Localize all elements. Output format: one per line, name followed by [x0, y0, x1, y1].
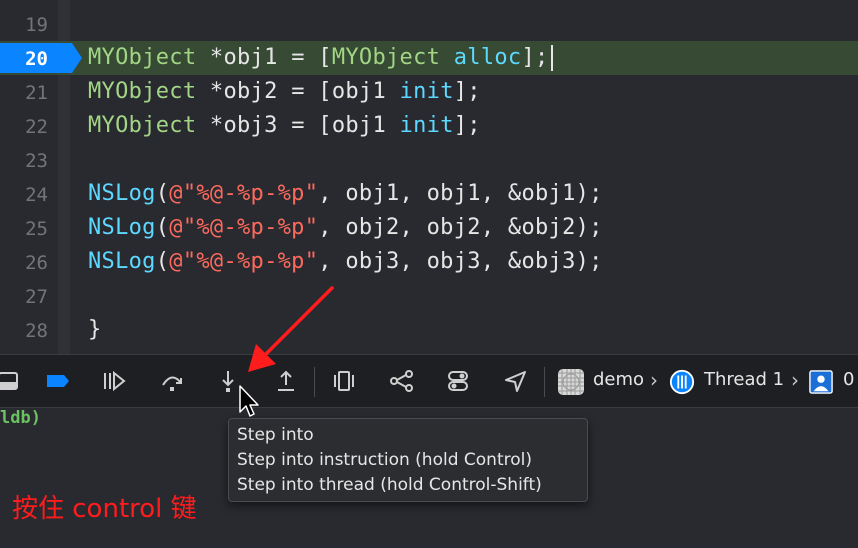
code-line[interactable]: 26 NSLog(@"%@-%p-%p", obj3, obj3, &obj3);: [0, 245, 858, 279]
code-token: *obj2 = [obj1: [196, 79, 400, 104]
debug-memory-graph-button[interactable]: [386, 365, 418, 397]
line-number: 20: [25, 48, 48, 70]
code-line[interactable]: 25 NSLog(@"%@-%p-%p", obj2, obj2, &obj2);: [0, 211, 858, 245]
simulate-location-button[interactable]: [500, 365, 532, 397]
code-text: MYObject *obj3 = [obj1 init];: [88, 113, 481, 138]
simulate-location-icon: [505, 371, 526, 392]
lldb-prompt: ldb): [0, 408, 41, 428]
code-token: (: [155, 181, 170, 206]
code-line-current[interactable]: 20 MYObject *obj1 = [MYObject alloc];: [0, 41, 858, 75]
line-number: 26: [25, 252, 48, 274]
code-token: ];: [521, 45, 549, 70]
debug-memory-graph-icon: [390, 370, 413, 392]
annotation-text: 按住 control 键: [12, 494, 197, 524]
code-token: @"%@-%p-%p": [169, 215, 319, 240]
code-token: init: [399, 113, 454, 138]
annotation-arrow-icon: [248, 286, 334, 372]
code-token: *obj1 = [: [196, 45, 332, 70]
tooltip-line: Step into instruction (hold Control): [237, 450, 532, 470]
continue-icon: [104, 370, 126, 392]
code-text: MYObject *obj2 = [obj1 init];: [88, 79, 481, 104]
line-number: 19: [25, 14, 48, 36]
tooltip-line: Step into: [237, 425, 314, 445]
line-number: 22: [25, 116, 48, 138]
code-token: NSLog: [88, 181, 156, 206]
code-token: , obj2, obj2, &obj2);: [318, 215, 603, 240]
line-number: 24: [25, 184, 48, 206]
hide-debug-area-button[interactable]: [0, 365, 24, 397]
continue-button[interactable]: [98, 365, 130, 397]
line-number: 27: [25, 286, 48, 308]
code-token: , obj1, obj1, &obj1);: [318, 181, 603, 206]
thread-icon: [669, 369, 695, 395]
code-token: *obj3 = [obj1: [196, 113, 400, 138]
code-text: }: [88, 317, 102, 342]
code-text: NSLog(@"%@-%p-%p", obj2, obj2, &obj2);: [88, 215, 603, 240]
mouse-pointer-icon: [239, 385, 259, 417]
code-line[interactable]: 19: [0, 7, 858, 41]
app-target-button[interactable]: [556, 367, 586, 397]
code-line[interactable]: 21 MYObject *obj2 = [obj1 init];: [0, 75, 858, 109]
line-number: 21: [25, 82, 48, 104]
code-token: NSLog: [88, 249, 156, 274]
code-token: init: [399, 79, 454, 104]
environment-overrides-button[interactable]: [442, 365, 474, 397]
code-line[interactable]: 23: [0, 143, 858, 177]
code-token: MYObject: [331, 45, 441, 70]
breadcrumb-chevron-icon: ›: [791, 368, 799, 392]
code-token: NSLog: [88, 215, 156, 240]
line-number: 23: [25, 150, 48, 172]
hide-debug-area-icon: [0, 372, 18, 390]
code-line[interactable]: 22 MYObject *obj3 = [obj1 init];: [0, 109, 858, 143]
app-icon: [558, 369, 584, 395]
code-token: @"%@-%p-%p": [169, 249, 319, 274]
code-token: }: [88, 317, 102, 342]
code-line[interactable]: 28}: [0, 313, 858, 347]
code-line[interactable]: 24 NSLog(@"%@-%p-%p", obj1, obj1, &obj1);: [0, 177, 858, 211]
environment-overrides-icon: [448, 371, 468, 391]
line-number: 28: [25, 320, 48, 342]
user-frame-icon: [809, 370, 833, 394]
code-text: MYObject *obj1 = [MYObject alloc];: [88, 45, 553, 71]
code-token: MYObject: [88, 113, 197, 138]
source-editor[interactable]: 19 20 MYObject *obj1 = [MYObject alloc]; 21…: [0, 0, 858, 354]
breadcrumb-frame[interactable]: 0: [843, 369, 854, 390]
toolbar-separator: [544, 367, 545, 397]
line-number: 25: [25, 218, 48, 240]
tooltip-line: Step into thread (hold Control-Shift): [237, 475, 542, 495]
breakpoints-toggle-icon: [47, 375, 69, 387]
code-token: (: [155, 215, 170, 240]
code-text: NSLog(@"%@-%p-%p", obj3, obj3, &obj3);: [88, 249, 603, 274]
step-over-button[interactable]: [156, 365, 188, 397]
code-token: , obj3, obj3, &obj3);: [318, 249, 603, 274]
code-token: MYObject: [88, 45, 197, 70]
code-token: MYObject: [88, 79, 197, 104]
stack-frame-button[interactable]: [808, 369, 834, 395]
code-token: (: [155, 249, 170, 274]
breakpoints-toggle-button[interactable]: [42, 365, 74, 397]
code-token: alloc: [453, 45, 522, 70]
code-line[interactable]: 27: [0, 279, 858, 313]
debug-bar: demo › Thread 1 › 0: [0, 354, 858, 408]
breadcrumb-chevron-icon: ›: [650, 368, 658, 392]
step-into-tooltip: Step into Step into instruction (hold Co…: [228, 418, 588, 502]
code-token: ];: [453, 113, 481, 138]
step-over-icon: [162, 376, 182, 391]
thread-button[interactable]: [668, 368, 696, 396]
code-token: ];: [453, 79, 481, 104]
code-token: @"%@-%p-%p": [169, 181, 319, 206]
breadcrumb-thread[interactable]: Thread 1: [704, 369, 784, 390]
code-text: NSLog(@"%@-%p-%p", obj1, obj1, &obj1);: [88, 181, 603, 206]
breadcrumb-app[interactable]: demo: [593, 369, 644, 390]
text-caret: [550, 45, 553, 71]
